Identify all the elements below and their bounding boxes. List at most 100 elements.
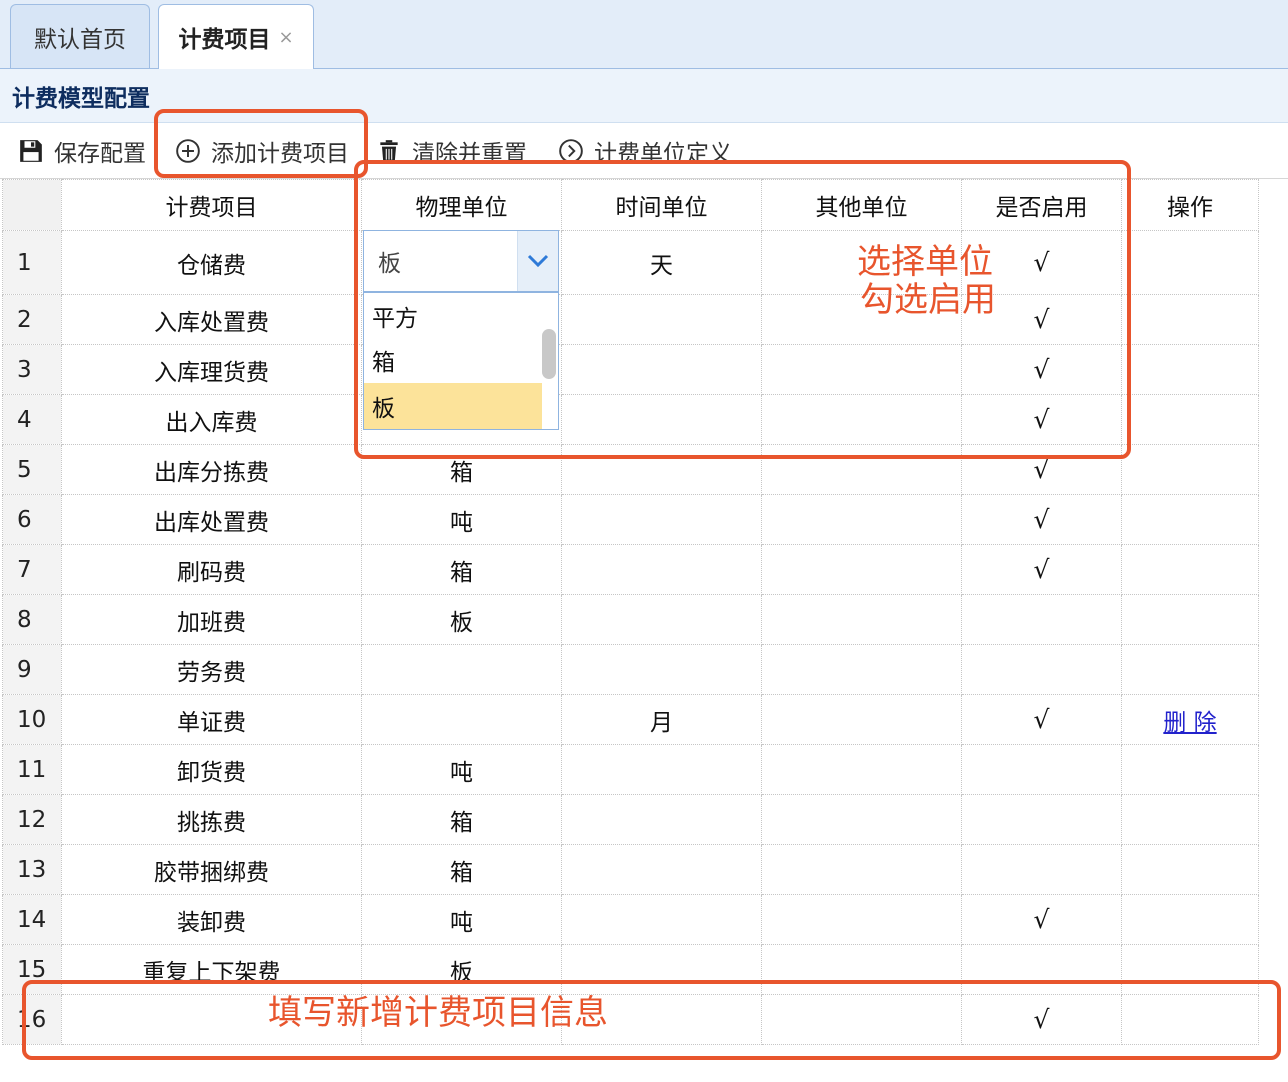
floppy-disk-icon <box>20 140 42 162</box>
table-row[interactable]: 7 刷码费箱 √ <box>2 544 1259 595</box>
table-row[interactable]: 6 出库处置费吨 √ <box>2 494 1259 545</box>
cell-enabled[interactable] <box>961 794 1122 845</box>
table-row[interactable]: 12 挑拣费箱 <box>2 794 1259 845</box>
cell-item[interactable]: 仓储费 <box>61 230 362 295</box>
cell-time-unit[interactable] <box>561 644 762 695</box>
cell-action[interactable] <box>1121 444 1259 495</box>
row-number: 14 <box>2 894 62 945</box>
cell-enabled[interactable] <box>961 644 1122 695</box>
row-number: 8 <box>2 594 62 645</box>
cell-time-unit[interactable] <box>561 544 762 595</box>
cell-other-unit[interactable] <box>761 844 962 895</box>
cell-physical-unit[interactable]: 箱 <box>361 794 562 845</box>
cell-physical-unit[interactable] <box>361 644 562 695</box>
row-number: 11 <box>2 744 62 795</box>
cell-item[interactable]: 出库处置费 <box>61 494 362 545</box>
table-row[interactable]: 13 胶带捆绑费箱 <box>2 844 1259 895</box>
cell-enabled[interactable] <box>961 594 1122 645</box>
row-number: 5 <box>2 444 62 495</box>
row-number: 10 <box>2 694 62 745</box>
cell-item[interactable]: 单证费 <box>61 694 362 745</box>
cell-enabled[interactable] <box>961 744 1122 795</box>
cell-action[interactable] <box>1121 744 1259 795</box>
cell-other-unit[interactable] <box>761 594 962 645</box>
row-number-header <box>2 179 62 231</box>
cell-other-unit[interactable] <box>761 494 962 545</box>
cell-action[interactable] <box>1121 294 1259 345</box>
cell-physical-unit[interactable]: 箱 <box>361 544 562 595</box>
cell-action[interactable] <box>1121 844 1259 895</box>
cell-physical-unit[interactable]: 吨 <box>361 744 562 795</box>
cell-physical-unit[interactable] <box>361 694 562 745</box>
cell-other-unit[interactable] <box>761 744 962 795</box>
cell-physical-unit[interactable]: 吨 <box>361 894 562 945</box>
cell-item[interactable]: 入库处置费 <box>61 294 362 345</box>
row-number: 9 <box>2 644 62 695</box>
cell-physical-unit[interactable]: 板 <box>361 594 562 645</box>
cell-time-unit[interactable] <box>561 794 762 845</box>
panel-title-text: 计费模型配置 <box>12 85 150 112</box>
cell-item[interactable]: 出库分拣费 <box>61 444 362 495</box>
tab-billing-items-label: 计费项目 <box>178 27 271 53</box>
cell-enabled[interactable]: √ <box>961 544 1122 595</box>
save-config-button[interactable]: 保存配置 <box>18 124 146 178</box>
table-row[interactable]: 11 卸货费吨 <box>2 744 1259 795</box>
cell-action[interactable] <box>1121 794 1259 845</box>
cell-item[interactable]: 加班费 <box>61 594 362 645</box>
cell-enabled[interactable]: √ <box>961 694 1122 745</box>
cell-other-unit[interactable] <box>761 644 962 695</box>
cell-physical-unit[interactable]: 箱 <box>361 844 562 895</box>
annotation-check-enable: 勾选启用 <box>860 280 996 320</box>
cell-item[interactable]: 卸货费 <box>61 744 362 795</box>
row-number: 4 <box>2 394 62 445</box>
cell-time-unit[interactable] <box>561 494 762 545</box>
cell-other-unit[interactable] <box>761 794 962 845</box>
table-row[interactable]: 9 劳务费 <box>2 644 1259 695</box>
table-row[interactable]: 10 单证费 月 √ 删 除 <box>2 694 1259 745</box>
row-number: 6 <box>2 494 62 545</box>
cell-time-unit[interactable] <box>561 594 762 645</box>
cell-time-unit[interactable] <box>561 744 762 795</box>
cell-enabled[interactable]: √ <box>961 894 1122 945</box>
delete-link[interactable]: 删 除 <box>1163 710 1216 736</box>
cell-action[interactable] <box>1121 894 1259 945</box>
cell-action[interactable]: 删 除 <box>1121 694 1259 745</box>
cell-time-unit[interactable] <box>561 844 762 895</box>
cell-time-unit[interactable] <box>561 894 762 945</box>
cell-enabled[interactable]: √ <box>961 494 1122 545</box>
cell-item[interactable]: 入库理货费 <box>61 344 362 395</box>
cell-item[interactable]: 出入库费 <box>61 394 362 445</box>
cell-action[interactable] <box>1121 594 1259 645</box>
close-icon[interactable]: × <box>278 27 293 48</box>
table-row[interactable]: 8 加班费板 <box>2 594 1259 645</box>
column-header-item[interactable]: 计费项目 <box>61 179 362 231</box>
cell-item[interactable]: 刷码费 <box>61 544 362 595</box>
row-number: 2 <box>2 294 62 345</box>
cell-item[interactable]: 挑拣费 <box>61 794 362 845</box>
table-row[interactable]: 14 装卸费吨 √ <box>2 894 1259 945</box>
cell-physical-unit[interactable]: 吨 <box>361 494 562 545</box>
row-number: 3 <box>2 344 62 395</box>
cell-action[interactable] <box>1121 494 1259 545</box>
highlight-unit-enable-area <box>354 160 1131 459</box>
cell-action[interactable] <box>1121 394 1259 445</box>
tab-home[interactable]: 默认首页 <box>10 4 150 68</box>
cell-item[interactable]: 劳务费 <box>61 644 362 695</box>
cell-action[interactable] <box>1121 230 1259 295</box>
annotation-select-unit: 选择单位 <box>857 242 993 282</box>
cell-item[interactable]: 胶带捆绑费 <box>61 844 362 895</box>
row-number: 12 <box>2 794 62 845</box>
cell-action[interactable] <box>1121 544 1259 595</box>
cell-action[interactable] <box>1121 344 1259 395</box>
cell-other-unit[interactable] <box>761 694 962 745</box>
column-header-action[interactable]: 操作 <box>1121 179 1259 231</box>
cell-action[interactable] <box>1121 644 1259 695</box>
cell-other-unit[interactable] <box>761 544 962 595</box>
tab-billing-items[interactable]: 计费项目 × <box>158 4 314 69</box>
tab-home-label: 默认首页 <box>34 26 126 53</box>
cell-time-unit[interactable]: 月 <box>561 694 762 745</box>
row-number: 1 <box>2 230 62 295</box>
cell-enabled[interactable] <box>961 844 1122 895</box>
cell-item[interactable]: 装卸费 <box>61 894 362 945</box>
cell-other-unit[interactable] <box>761 894 962 945</box>
